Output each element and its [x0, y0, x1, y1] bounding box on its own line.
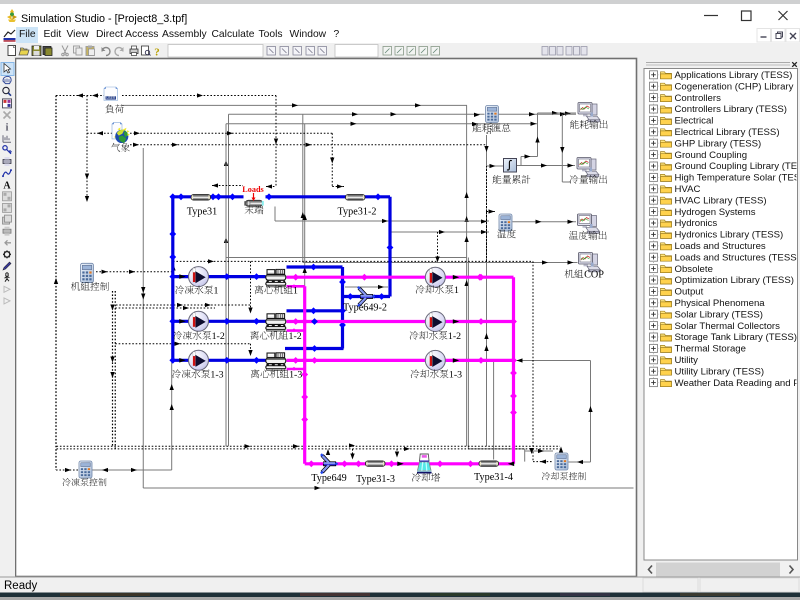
- svg-text:Type649-2: Type649-2: [343, 303, 387, 314]
- svg-text:Loads and Structures (TESS): Loads and Structures (TESS): [675, 252, 800, 263]
- svg-text:HVAC Library (TESS): HVAC Library (TESS): [675, 195, 767, 206]
- svg-text:1-2: 1-2: [448, 331, 461, 342]
- svg-text:1: 1: [454, 285, 459, 296]
- svg-text:Loads and Structures: Loads and Structures: [675, 241, 766, 252]
- svg-text:Thermal Storage: Thermal Storage: [675, 344, 746, 355]
- svg-text:Hydronics Library (TESS): Hydronics Library (TESS): [675, 230, 784, 241]
- svg-text:1: 1: [214, 286, 219, 297]
- svg-text:GHP Library (TESS): GHP Library (TESS): [675, 138, 762, 149]
- svg-text:Obsolete: Obsolete: [675, 264, 713, 275]
- svg-text:Cogeneration (CHP) Library (TE: Cogeneration (CHP) Library (TESS): [675, 81, 800, 92]
- svg-text:HVAC: HVAC: [675, 184, 701, 195]
- svg-text:?: ?: [154, 47, 160, 59]
- svg-text:Utility Library (TESS): Utility Library (TESS): [675, 366, 765, 377]
- svg-text:Optimization Library (TESS): Optimization Library (TESS): [675, 275, 794, 286]
- svg-text:Solar Library (TESS): Solar Library (TESS): [675, 309, 764, 320]
- svg-text:1-3: 1-3: [449, 370, 462, 381]
- svg-text:Loads: Loads: [242, 185, 263, 194]
- svg-text:Type31-4: Type31-4: [474, 472, 513, 483]
- svg-text:1-3: 1-3: [289, 370, 302, 381]
- svg-text:Controllers: Controllers: [675, 93, 722, 104]
- svg-text:Type31: Type31: [187, 207, 217, 218]
- svg-text:Type649: Type649: [311, 473, 347, 484]
- svg-text:Electrical: Electrical: [675, 116, 714, 127]
- svg-text:1: 1: [293, 286, 298, 297]
- svg-text:COP: COP: [584, 270, 604, 281]
- svg-text:Hydrogen Systems: Hydrogen Systems: [675, 207, 756, 218]
- svg-text:Type31-2: Type31-2: [338, 207, 377, 218]
- svg-text:Controllers Library (TESS): Controllers Library (TESS): [675, 104, 788, 115]
- svg-text:Ground Coupling: Ground Coupling: [675, 150, 748, 161]
- svg-text:Storage Tank Library (TESS): Storage Tank Library (TESS): [675, 332, 797, 343]
- svg-text:Ready: Ready: [4, 580, 37, 592]
- svg-text:1-2: 1-2: [212, 331, 225, 342]
- svg-text:1-3: 1-3: [210, 370, 223, 381]
- svg-text:Output: Output: [675, 287, 704, 298]
- svg-text:1-2: 1-2: [289, 331, 302, 342]
- svg-text:High Temperature Solar (TESS): High Temperature Solar (TESS): [675, 173, 800, 184]
- svg-text:Weather Data Reading and Proce: Weather Data Reading and Process: [675, 378, 800, 389]
- svg-text:Hydronics: Hydronics: [675, 218, 718, 229]
- svg-text:Solar Thermal Collectors: Solar Thermal Collectors: [675, 321, 781, 332]
- svg-text:Utility: Utility: [675, 355, 699, 366]
- svg-text:Type31-3: Type31-3: [356, 474, 395, 485]
- svg-text:Ground Coupling Library (TESS): Ground Coupling Library (TESS): [675, 161, 800, 172]
- svg-text:Electrical Library (TESS): Electrical Library (TESS): [675, 127, 780, 138]
- svg-text:Physical Phenomena: Physical Phenomena: [675, 298, 766, 309]
- svg-text:Applications Library (TESS): Applications Library (TESS): [675, 70, 793, 81]
